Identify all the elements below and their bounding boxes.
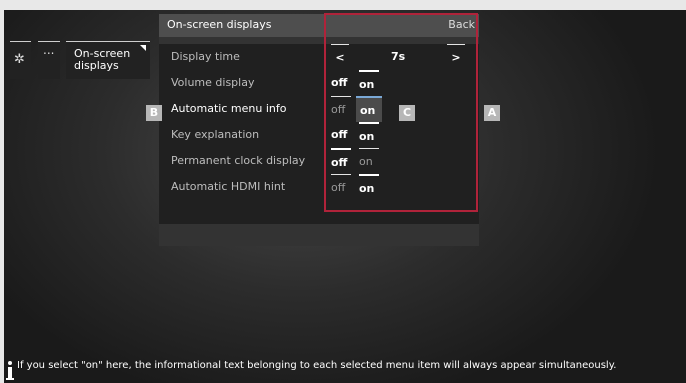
row-label: Display time xyxy=(171,50,240,63)
breadcrumb-current[interactable]: On-screen displays xyxy=(66,41,150,79)
breadcrumb-current-label: On-screen displays xyxy=(74,47,131,72)
row-label: Permanent clock display xyxy=(171,154,306,167)
info-icon xyxy=(5,361,15,381)
annotation-badge-b: B xyxy=(146,105,162,121)
row-label: Automatic menu info xyxy=(171,102,287,115)
panel-title: On-screen displays xyxy=(167,18,272,31)
info-text: If you select "on" here, the information… xyxy=(17,360,617,371)
left-frame xyxy=(0,0,4,383)
breadcrumb-settings[interactable]: ✲ xyxy=(10,41,31,79)
row-label: Volume display xyxy=(171,76,255,89)
breadcrumb-more[interactable]: ... xyxy=(38,41,60,79)
annotation-badge-c: C xyxy=(399,105,415,121)
row-label: Automatic HDMI hint xyxy=(171,180,286,193)
more-label: ... xyxy=(43,43,55,57)
top-frame xyxy=(0,0,686,10)
corner-indicator-icon xyxy=(140,45,146,51)
row-label: Key explanation xyxy=(171,128,260,141)
annotation-badge-a: A xyxy=(484,105,500,121)
gear-icon: ✲ xyxy=(14,52,25,67)
